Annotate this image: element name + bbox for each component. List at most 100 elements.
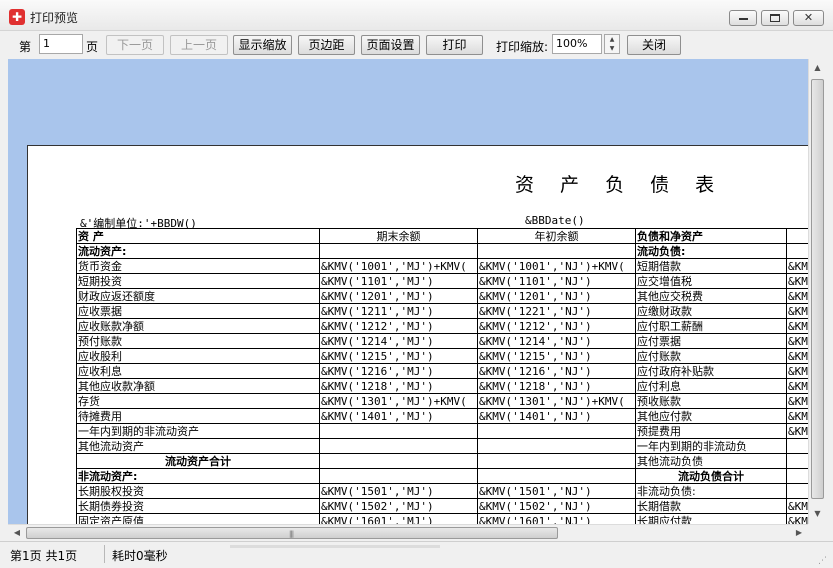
table-row: 一年内到期的非流动资产 预提费用 &KM: [76, 423, 808, 439]
liability-label-cell: 短期借款: [635, 258, 787, 274]
table-row: 固定资产原值 &KMV('1601','MJ') &KMV('1601','NJ')…: [76, 513, 808, 524]
scroll-down-icon[interactable]: ▼: [811, 507, 824, 521]
window-title: 打印预览: [30, 11, 79, 25]
year-begin-value-cell: &KMV('1601','NJ'): [477, 513, 636, 524]
page-setup-button[interactable]: 页面设置: [361, 35, 420, 55]
liability-label-cell: 其他流动负债: [635, 453, 787, 469]
liability-label-cell: 流动负债:: [635, 243, 787, 259]
liability-value-cell: [786, 438, 808, 454]
minimize-icon: [739, 18, 748, 20]
asset-label-cell: 存货: [76, 393, 320, 409]
period-end-value-cell: [319, 243, 478, 259]
status-progress-track: [230, 545, 440, 548]
period-end-value-cell: &KMV('1215','MJ'): [319, 348, 478, 364]
close-window-button[interactable]: ✕: [793, 10, 824, 26]
page-margins-button[interactable]: 页边距: [298, 35, 355, 55]
report-title: 资 产 负 债 表: [515, 174, 725, 196]
table-row: 流动资产合计 其他流动负债: [76, 453, 808, 469]
asset-label-cell: 应收票据: [76, 303, 320, 319]
horizontal-scroll-thumb[interactable]: |||: [26, 527, 558, 539]
header-period-end: 期末余额: [319, 228, 478, 244]
asset-label-cell: 长期债券投资: [76, 498, 320, 514]
page-number-input[interactable]: 1: [39, 34, 83, 54]
table-row: 非流动资产: 流动负债合计: [76, 468, 808, 484]
liability-label-cell: 应交增值税: [635, 273, 787, 289]
period-end-value-cell: &KMV('1101','MJ'): [319, 273, 478, 289]
year-begin-value-cell: &KMV('1215','NJ'): [477, 348, 636, 364]
preview-area[interactable]: 资 产 负 债 表 &'编制单位:'+BBDW() &BBDate() 资 产 …: [8, 59, 808, 524]
asset-label-cell: 非流动资产:: [76, 468, 320, 484]
horizontal-scrollbar[interactable]: ◀ ||| ▶: [8, 524, 808, 540]
resize-grip-icon[interactable]: ⋰: [818, 555, 830, 567]
table-row: 待摊费用 &KMV('1401','MJ') &KMV('1401','NJ') 其他…: [76, 408, 808, 424]
table-row: 流动资产: 流动负债:: [76, 243, 808, 259]
period-end-value-cell: &KMV('1001','MJ')+KMV(: [319, 258, 478, 274]
scroll-up-icon[interactable]: ▲: [811, 61, 824, 75]
asset-label-cell: 应收账款净额: [76, 318, 320, 334]
period-end-value-cell: [319, 438, 478, 454]
vertical-scroll-thumb[interactable]: [811, 79, 824, 499]
print-button[interactable]: 打印: [426, 35, 483, 55]
liability-label-cell: 长期应付款: [635, 513, 787, 524]
asset-label-cell: 货币资金: [76, 258, 320, 274]
thumb-grip-icon: |||: [289, 530, 294, 538]
liability-value-cell: [786, 483, 808, 499]
liability-value-cell: &KM: [786, 408, 808, 424]
liability-value-cell: [786, 243, 808, 259]
year-begin-value-cell: [477, 438, 636, 454]
header-extra: [786, 228, 808, 244]
table-row: 其他流动资产 一年内到期的非流动负: [76, 438, 808, 454]
prev-page-button[interactable]: 上一页: [170, 35, 228, 55]
asset-label-cell: 固定资产原值: [76, 513, 320, 524]
vertical-scrollbar[interactable]: ▲ ▼: [808, 59, 825, 524]
close-preview-button[interactable]: 关闭: [627, 35, 681, 55]
period-end-value-cell: &KMV('1502','MJ'): [319, 498, 478, 514]
zoom-spinner[interactable]: ▲ ▼: [604, 34, 620, 54]
liability-value-cell: &KM: [786, 348, 808, 364]
asset-label-cell: 长期股权投资: [76, 483, 320, 499]
preview-toolbar: 第 1 页 下一页 上一页 显示缩放 页边距 页面设置 打印 打印缩放: 100…: [0, 32, 833, 58]
print-zoom-label: 打印缩放:: [496, 40, 549, 54]
period-end-value-cell: [319, 468, 478, 484]
print-zoom-input[interactable]: 100%: [552, 34, 602, 54]
liability-label-cell: 应缴财政款: [635, 303, 787, 319]
spin-up-icon[interactable]: ▲: [605, 35, 619, 44]
status-bar: 第1页 共1页 耗时0毫秒 ⋰: [0, 541, 833, 568]
period-end-value-cell: [319, 423, 478, 439]
scroll-right-icon[interactable]: ▶: [792, 526, 806, 540]
elapsed-time-status: 耗时0毫秒: [112, 549, 168, 563]
title-bar: ✚ 打印预览 ✕: [0, 0, 833, 31]
liability-label-cell: 长期借款: [635, 498, 787, 514]
liability-label-cell: 预提费用: [635, 423, 787, 439]
period-end-value-cell: &KMV('1201','MJ'): [319, 288, 478, 304]
minimize-button[interactable]: [729, 10, 757, 26]
table-header-row: 资 产 期末余额 年初余额 负债和净资产: [76, 228, 808, 244]
next-page-button[interactable]: 下一页: [106, 35, 164, 55]
year-begin-value-cell: &KMV('1502','NJ'): [477, 498, 636, 514]
year-begin-value-cell: &KMV('1218','NJ'): [477, 378, 636, 394]
scroll-left-icon[interactable]: ◀: [10, 526, 24, 540]
liability-label-cell: 流动负债合计: [635, 468, 787, 484]
spin-down-icon[interactable]: ▼: [605, 44, 619, 53]
liability-value-cell: &KM: [786, 363, 808, 379]
asset-label-cell: 其他流动资产: [76, 438, 320, 454]
liability-label-cell: 其他应交税费: [635, 288, 787, 304]
period-end-value-cell: &KMV('1216','MJ'): [319, 363, 478, 379]
period-end-value-cell: &KMV('1218','MJ'): [319, 378, 478, 394]
balance-sheet-table: 资 产 期末余额 年初余额 负债和净资产 流动资产: 流动负债: 货币资金 &KMV(…: [76, 228, 808, 524]
liability-label-cell: 应付职工薪酬: [635, 318, 787, 334]
asset-label-cell: 短期投资: [76, 273, 320, 289]
liability-value-cell: &KM: [786, 498, 808, 514]
asset-label-cell: 流动资产合计: [76, 453, 320, 469]
year-begin-value-cell: &KMV('1101','NJ'): [477, 273, 636, 289]
show-zoom-button[interactable]: 显示缩放: [233, 35, 292, 55]
period-end-value-cell: &KMV('1211','MJ'): [319, 303, 478, 319]
period-end-value-cell: &KMV('1212','MJ'): [319, 318, 478, 334]
table-row: 应收利息 &KMV('1216','MJ') &KMV('1216','NJ') 应付…: [76, 363, 808, 379]
maximize-button[interactable]: [761, 10, 789, 26]
year-begin-value-cell: &KMV('1212','NJ'): [477, 318, 636, 334]
year-begin-value-cell: [477, 453, 636, 469]
year-begin-value-cell: [477, 468, 636, 484]
table-row: 预付账款 &KMV('1214','MJ') &KMV('1214','NJ') 应付…: [76, 333, 808, 349]
year-begin-value-cell: [477, 243, 636, 259]
